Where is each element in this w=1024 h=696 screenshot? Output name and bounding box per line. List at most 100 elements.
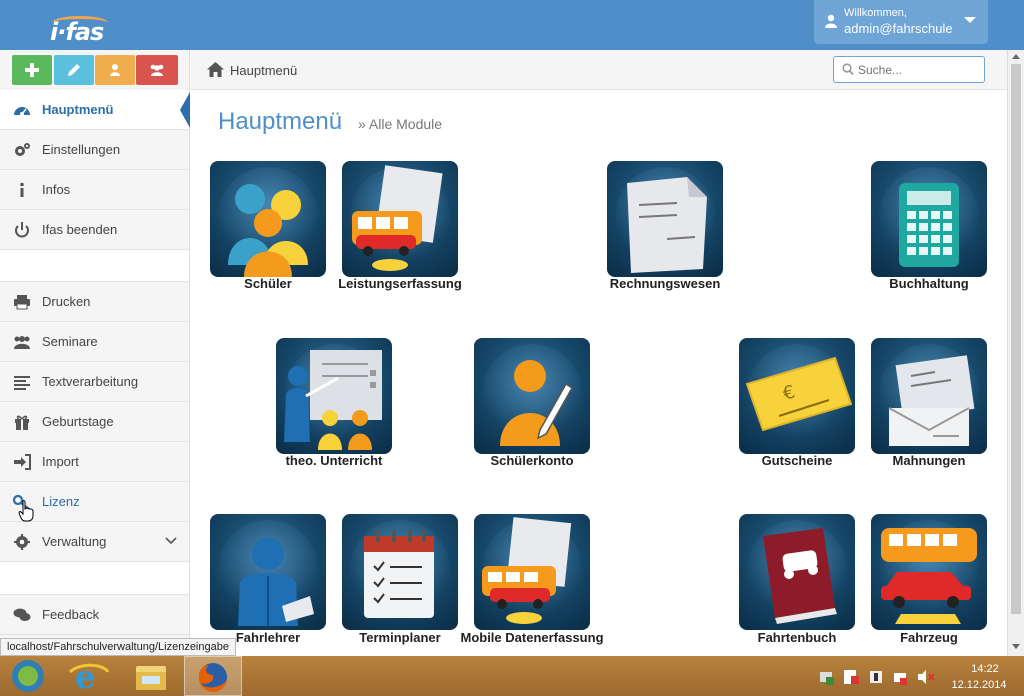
sidebar-item-label: Textverarbeitung — [42, 374, 139, 389]
sidebar-item-import[interactable]: Import — [0, 442, 189, 482]
scroll-thumb[interactable] — [1011, 64, 1021, 614]
module-buchhaltung[interactable] — [871, 161, 987, 277]
sidebar-item-label: Import — [42, 454, 79, 469]
info-icon — [20, 182, 24, 197]
module-mobile-datenerfassung[interactable] — [474, 514, 590, 630]
sidebar-item-lizenz[interactable]: Lizenz — [0, 482, 189, 522]
instructor-icon — [238, 538, 314, 626]
taskbar: e — [0, 656, 1024, 696]
module-label: Mahnungen — [892, 453, 966, 468]
module-schuelerkonto[interactable] — [474, 338, 590, 454]
search-box[interactable] — [833, 56, 985, 83]
user-menu[interactable]: Willkommen, admin@fahrschule — [814, 0, 988, 44]
sidebar-item-label: Geburtstage — [42, 414, 114, 429]
svg-text:e: e — [75, 658, 95, 696]
page-title: Hauptmenü — [218, 108, 343, 135]
sidebar-item-einstellungen[interactable]: Einstellungen — [0, 130, 189, 170]
module-theo-unterricht[interactable] — [276, 338, 392, 454]
mobile-data-capture-icon — [482, 517, 572, 624]
firefox-icon — [198, 663, 227, 693]
sidebar-item-label: Verwaltung — [42, 534, 107, 549]
taskbar-file-explorer[interactable] — [122, 656, 180, 696]
quick-add-button[interactable] — [12, 55, 52, 85]
sidebar-item-feedback[interactable]: Feedback — [0, 595, 189, 635]
ifas-logo[interactable]: i·fas — [22, 8, 108, 46]
group-icon — [14, 336, 30, 349]
sidebar-item-verwaltung[interactable]: Verwaltung — [0, 522, 189, 562]
taskbar-internet-explorer[interactable]: e — [60, 656, 118, 696]
scroll-up-icon[interactable] — [1012, 54, 1020, 59]
module-leistungserfassung[interactable] — [342, 161, 458, 277]
module-fahrlehrer[interactable] — [210, 514, 326, 630]
status-url: localhost/Fahrschulverwaltung/Lizenzeing… — [0, 638, 236, 656]
sidebar-item-label: Lizenz — [42, 494, 80, 509]
gears-icon — [15, 143, 30, 156]
hand-cursor-icon — [18, 500, 34, 522]
sidebar-item-geburtstage[interactable]: Geburtstage — [0, 402, 189, 442]
theory-class-icon — [284, 350, 382, 450]
module-fahrzeug[interactable] — [871, 514, 987, 630]
reminder-letter-icon — [888, 355, 975, 446]
students-icon — [228, 184, 308, 277]
taskbar-firefox[interactable] — [184, 656, 242, 696]
module-fahrtenbuch[interactable] — [739, 514, 855, 630]
sidebar-separator — [0, 562, 189, 595]
module-label: Rechnungswesen — [609, 276, 721, 291]
start-button[interactable] — [0, 656, 58, 696]
breadcrumb[interactable]: Hauptmenü — [230, 63, 297, 78]
sidebar: Hauptmenü Einstellungen Infos Ifas beend… — [0, 50, 190, 656]
search-input[interactable] — [858, 61, 978, 78]
import-icon — [14, 454, 31, 470]
system-tray-icons[interactable] — [820, 669, 946, 685]
dashboard-icon — [14, 107, 30, 116]
user-icon — [110, 64, 120, 76]
gear-icon — [14, 534, 30, 550]
folder-icon — [136, 666, 166, 690]
page-subtitle: » Alle Module — [358, 116, 443, 132]
sidebar-item-textverarbeitung[interactable]: Textverarbeitung — [0, 362, 189, 402]
home-icon[interactable] — [207, 62, 224, 77]
module-gutscheine[interactable]: € — [739, 338, 855, 454]
quick-edit-button[interactable] — [54, 55, 94, 85]
sidebar-item-drucken[interactable]: Drucken — [0, 282, 189, 322]
gift-icon — [15, 415, 29, 430]
scroll-down-icon[interactable] — [1012, 644, 1020, 649]
sidebar-item-seminare[interactable]: Seminare — [0, 322, 189, 362]
chevron-down-icon — [165, 537, 177, 545]
sidebar-item-infos[interactable]: Infos — [0, 170, 189, 210]
module-schueler[interactable] — [210, 161, 326, 277]
sidebar-item-label: Infos — [42, 182, 71, 197]
sidebar-item-hauptmenue[interactable]: Hauptmenü — [0, 90, 189, 130]
group-icon — [150, 64, 164, 76]
module-label: Leistungserfassung — [338, 276, 462, 291]
active-indicator — [180, 92, 190, 128]
calendar-checklist-icon — [364, 530, 434, 618]
vehicles-icon — [881, 528, 977, 624]
clock-time[interactable]: 14:22 — [960, 663, 1010, 675]
module-mahnungen[interactable] — [871, 338, 987, 454]
module-terminplaner[interactable] — [342, 514, 458, 630]
plus-icon — [25, 63, 39, 77]
scrollbar[interactable] — [1007, 50, 1024, 656]
sidebar-separator — [0, 250, 189, 282]
module-label: theo. Unterricht — [285, 453, 383, 468]
logo-text: i·fas — [50, 18, 104, 46]
user-welcome: Willkommen, — [844, 7, 907, 19]
power-icon — [15, 222, 29, 238]
quick-group-button[interactable] — [136, 55, 178, 85]
sidebar-item-label: Seminare — [42, 334, 98, 349]
sidebar-item-ifas-beenden[interactable]: Ifas beenden — [0, 210, 189, 250]
quick-user-button[interactable] — [95, 55, 135, 85]
module-label: Buchhaltung — [889, 276, 969, 291]
chevron-down-icon — [964, 17, 976, 23]
student-account-icon — [500, 360, 573, 446]
clock-date[interactable]: 12.12.2014 — [948, 679, 1010, 691]
breadcrumb-bar: Hauptmenü — [191, 50, 1007, 90]
module-rechnungswesen[interactable] — [607, 161, 723, 277]
print-icon — [14, 295, 30, 310]
windows-orb-icon — [12, 660, 44, 692]
top-bar: i·fas Willkommen, admin@fahrschule — [0, 0, 1024, 50]
invoices-icon — [627, 177, 707, 273]
sidebar-item-label: Hauptmenü — [42, 102, 114, 117]
user-name: admin@fahrschule — [844, 21, 953, 36]
